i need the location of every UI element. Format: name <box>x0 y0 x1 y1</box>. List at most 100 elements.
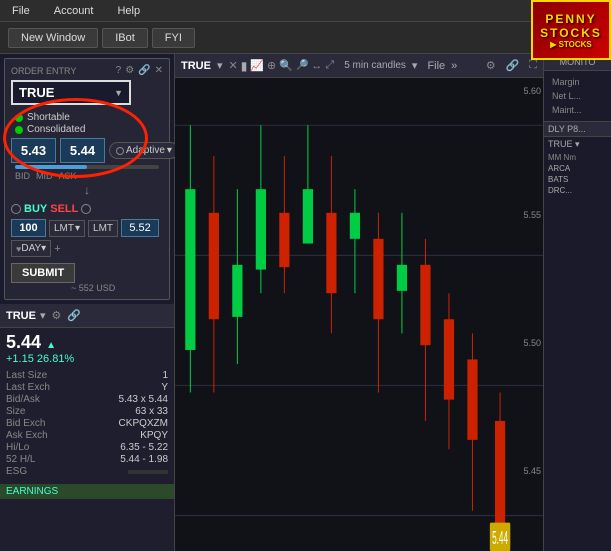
esg-label: ESG <box>6 466 27 477</box>
chart-expand-icon[interactable]: ⛶ <box>529 59 537 72</box>
menu-help[interactable]: Help <box>113 3 144 19</box>
usd-estimate: ~ 552 USD <box>11 283 163 293</box>
adaptive-arrow: ▾ <box>167 145 172 156</box>
bid-ask-label: Bid/Ask <box>6 394 40 405</box>
watchlist-gear-icon[interactable]: ⚙ <box>51 309 61 322</box>
order-entry-title: ORDER ENTRY <box>11 66 76 76</box>
menu-file[interactable]: File <box>8 3 34 19</box>
buy-radio[interactable] <box>11 204 21 214</box>
bid-mid-ask-labels: BID MID ASK <box>11 171 163 181</box>
order-type-box1[interactable]: LMT ▾ <box>49 220 85 237</box>
chart-tool-x[interactable]: ✕ <box>228 59 237 72</box>
true-mm-label: TRUE ▾ <box>548 139 607 150</box>
chart-link-icon[interactable]: 🔗 <box>506 59 520 72</box>
bid-label: BID <box>15 171 30 181</box>
order-type-box2[interactable]: LMT <box>88 220 118 237</box>
gear-icon[interactable]: ⚙ <box>125 65 134 76</box>
chart-ticker-arrow[interactable]: ▾ <box>217 59 223 72</box>
duration-box[interactable]: ♥ DAY ▾ <box>11 240 51 257</box>
candle-chart-svg: 5.44 <box>175 78 543 551</box>
quantity-box[interactable]: 100 <box>11 219 46 237</box>
chart-file-arrow[interactable]: » <box>451 60 457 72</box>
ask-exch-label: Ask Exch <box>6 430 48 441</box>
adaptive-button[interactable]: Adaptive ▾ <box>109 142 179 159</box>
chart-tool-bar[interactable]: ▮ <box>241 59 248 73</box>
mm-arca[interactable]: ARCA <box>548 164 570 173</box>
mm-arca-row: ARCA <box>548 163 607 174</box>
close-icon[interactable]: ✕ <box>155 65 163 76</box>
shortable-label: Shortable <box>27 112 70 123</box>
bid-ask-value: 5.43 x 5.44 <box>119 394 168 405</box>
submit-row: SUBMIT <box>11 263 163 283</box>
bid-price-box[interactable]: 5.43 <box>11 138 56 163</box>
adaptive-area: Adaptive ▾ <box>109 142 179 159</box>
true-mm-arrow[interactable]: ▾ <box>575 139 580 149</box>
mm-drc[interactable]: DRC... <box>548 186 572 195</box>
52hl-value: 5.44 - 1.98 <box>120 454 168 465</box>
sell-label[interactable]: SELL <box>50 203 78 215</box>
chart-tool-line[interactable]: 📈 <box>250 59 264 72</box>
chart-tool-zoom-out[interactable]: 🔎 <box>296 60 308 71</box>
chart-file-label[interactable]: File <box>427 60 445 72</box>
menu-bar: File Account Help PENNY STOCKS ▶ STOCKS <box>0 0 611 22</box>
ask-price-box[interactable]: 5.44 <box>60 138 105 163</box>
chart-ticker[interactable]: TRUE <box>181 60 211 72</box>
buy-label[interactable]: BUY <box>24 203 47 215</box>
chart-gear-icon[interactable]: ⚙ <box>486 59 496 72</box>
mm-nm-header: MM Nm <box>548 153 576 162</box>
watchlist-dropdown-arrow[interactable]: ▾ <box>40 309 46 322</box>
last-size-label: Last Size <box>6 370 47 381</box>
mm-bats[interactable]: BATS <box>548 175 568 184</box>
size-value: 63 x 33 <box>135 406 168 417</box>
esg-progress <box>128 466 168 477</box>
shortable-dot <box>15 114 23 122</box>
chart-timeframe[interactable]: 5 min candles <box>344 60 406 71</box>
ticker-value: TRUE <box>19 85 54 100</box>
52hl-row: 52 H/L 5.44 - 1.98 <box>6 454 168 465</box>
status-dots: Shortable Consolidated <box>11 109 131 138</box>
ask-exch-row: Ask Exch KPQY <box>6 430 168 441</box>
ask-exch-value: KPQY <box>140 430 168 441</box>
chart-tool-zoom-in[interactable]: 🔍 <box>279 59 293 72</box>
ticker-change: +1.15 26.81% <box>0 353 174 365</box>
svg-text:5.44: 5.44 <box>492 528 508 549</box>
chart-header: TRUE ▾ ✕ ▮ 📈 ⊕ 🔍 🔎 ↔ ⤢ 5 min candles ▾ F… <box>175 54 543 78</box>
price-slider-fill <box>15 165 87 169</box>
watchlist-link-icon[interactable]: 🔗 <box>67 309 81 322</box>
submit-button[interactable]: SUBMIT <box>11 263 75 283</box>
ticker-dropdown[interactable]: TRUE <box>11 80 131 105</box>
consolidated-dot <box>15 126 23 134</box>
price-label-550: 5.50 <box>523 338 541 348</box>
fyi-button[interactable]: FYI <box>152 28 195 48</box>
earnings-bar: EARNINGS <box>0 484 174 499</box>
price-slider-track[interactable] <box>15 165 159 169</box>
ibot-button[interactable]: IBot <box>102 28 148 48</box>
order-entry-panel: ORDER ENTRY ? ⚙ 🔗 ✕ TRUE Shortable <box>4 58 170 300</box>
new-window-button[interactable]: New Window <box>8 28 98 48</box>
chart-area: 5.60 5.55 5.50 5.45 <box>175 78 543 551</box>
sell-radio[interactable] <box>81 204 91 214</box>
last-size-value: 1 <box>162 370 168 381</box>
help-icon[interactable]: ? <box>116 65 122 76</box>
last-size-row: Last Size 1 <box>6 370 168 381</box>
left-panel: ORDER ENTRY ? ⚙ 🔗 ✕ TRUE Shortable <box>0 54 175 551</box>
chart-timeframe-arrow[interactable]: ▾ <box>412 59 418 72</box>
maint-label: Maint... <box>548 103 607 117</box>
dly-header: DLY P8... <box>544 121 611 137</box>
chart-tool-arrow[interactable]: ⤢ <box>325 59 334 72</box>
watchlist-header: TRUE ▾ ⚙ 🔗 <box>0 304 174 328</box>
esg-row: ESG <box>6 466 168 477</box>
margin-label: Margin <box>548 75 607 89</box>
price-row: 5.43 5.44 Adaptive ▾ <box>11 138 163 163</box>
chart-tool-move[interactable]: ↔ <box>311 60 322 72</box>
mm-bats-row: BATS <box>548 174 607 185</box>
menu-account[interactable]: Account <box>50 3 98 19</box>
monitor-content: Margin Net L... Maint... <box>544 71 611 121</box>
chart-tool-cursor[interactable]: ⊕ <box>267 59 276 72</box>
limit-price-input[interactable]: 5.52 <box>121 219 159 237</box>
link-icon[interactable]: 🔗 <box>138 65 150 76</box>
order-details-row: 100 LMT ▾ LMT 5.52 ♥ DAY ▾ + <box>11 219 163 257</box>
true-mm-section: TRUE ▾ MM Nm ARCA BATS DRC... <box>544 137 611 198</box>
plus-icon[interactable]: + <box>54 243 60 255</box>
watchlist-ticker[interactable]: TRUE <box>6 310 36 322</box>
